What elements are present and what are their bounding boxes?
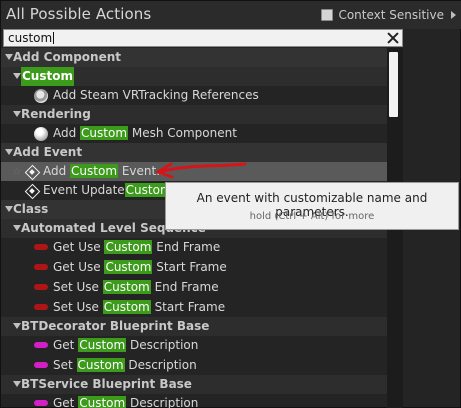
list-item-add-custom-event[interactable]: ☆ Add Custom Event... — [1, 162, 387, 181]
text-caret — [53, 32, 55, 44]
category-btdecorator[interactable]: BTDecorator Blueprint Base — [1, 317, 387, 336]
scrollbar-thumb[interactable] — [389, 52, 398, 117]
category-label: Class — [13, 202, 49, 216]
gear-icon — [34, 89, 48, 103]
function-icon — [34, 244, 48, 250]
list-item-get-use-custom-end-frame[interactable]: Get Use Custom End Frame — [1, 238, 387, 257]
item-label: Set Use Custom End Frame — [53, 280, 219, 294]
context-sensitive-toggle[interactable]: Context Sensitive — [321, 7, 456, 23]
category-label: Add Event — [13, 145, 83, 159]
category-label: BTDecorator Blueprint Base — [21, 319, 210, 333]
item-label: Event UpdateCustom — [43, 183, 173, 197]
item-label: Add Custom Event... — [43, 164, 168, 178]
favorite-star-icon[interactable]: ☆ — [12, 162, 22, 181]
collapse-triangle-icon[interactable] — [13, 73, 21, 79]
item-label: Add Custom Mesh Component — [53, 126, 237, 140]
collapse-triangle-icon[interactable] — [5, 206, 13, 212]
tooltip: An event with customizable name and para… — [165, 182, 459, 230]
chevron-right-icon[interactable] — [451, 11, 456, 19]
collapse-triangle-icon[interactable] — [13, 111, 21, 117]
category-custom[interactable]: Custom — [1, 67, 387, 86]
function-icon — [34, 304, 48, 310]
function-icon — [34, 284, 48, 290]
context-sensitive-label: Context Sensitive — [338, 8, 444, 22]
category-add-event[interactable]: Add Event — [1, 143, 387, 162]
item-label: Get Use Custom End Frame — [53, 240, 221, 254]
header-bar: All Possible Actions Context Sensitive — [1, 1, 461, 29]
category-rendering[interactable]: Rendering — [1, 105, 387, 124]
action-menu-panel: All Possible Actions Context Sensitive c… — [0, 0, 461, 408]
panel-title: All Possible Actions — [6, 5, 152, 23]
function-icon — [34, 362, 48, 368]
list-item-get-use-custom-start-frame[interactable]: Get Use Custom Start Frame — [1, 258, 387, 277]
collapse-triangle-icon[interactable] — [13, 225, 21, 231]
event-diamond-icon — [25, 165, 39, 179]
list-item-set-use-custom-end-frame[interactable]: Set Use Custom End Frame — [1, 278, 387, 297]
item-label: Get Custom Description — [53, 396, 199, 408]
item-label: Set Custom Description — [53, 358, 197, 372]
function-icon — [34, 400, 48, 406]
function-icon — [34, 264, 48, 270]
list-item-set-custom-description[interactable]: Set Custom Description — [1, 356, 387, 375]
list-item-get-custom-description[interactable]: Get Custom Description — [1, 336, 387, 355]
item-label: Add Steam VRTracking References — [53, 88, 259, 102]
collapse-triangle-icon[interactable] — [5, 149, 13, 155]
tooltip-hint: hold (Ctrl + Alt) for more — [249, 211, 375, 222]
category-add-component[interactable]: Add Component — [1, 48, 387, 67]
collapse-triangle-icon[interactable] — [13, 381, 21, 387]
item-label: Get Use Custom Start Frame — [53, 260, 227, 274]
item-label: Get Custom Description — [53, 338, 199, 352]
category-label: Rendering — [21, 107, 91, 121]
list-item-get-custom-description-2[interactable]: Get Custom Description — [1, 394, 387, 408]
event-diamond-icon — [25, 184, 39, 198]
list-item-custom-mesh[interactable]: Add Custom Mesh Component — [1, 124, 387, 143]
close-icon[interactable] — [385, 30, 401, 46]
collapse-triangle-icon[interactable] — [13, 323, 21, 329]
category-label: BTService Blueprint Base — [21, 377, 192, 391]
sphere-icon — [34, 127, 48, 141]
item-label: Set Use Custom Start Frame — [53, 300, 226, 314]
category-label: Custom — [21, 67, 74, 86]
function-icon — [34, 342, 48, 348]
search-value: custom — [8, 31, 53, 45]
collapse-triangle-icon[interactable] — [5, 54, 13, 60]
category-btservice[interactable]: BTService Blueprint Base — [1, 375, 387, 394]
list-item-set-use-custom-start-frame[interactable]: Set Use Custom Start Frame — [1, 298, 387, 317]
list-item-steam-vr[interactable]: Add Steam VRTracking References — [1, 86, 387, 105]
search-input[interactable]: custom — [3, 29, 403, 47]
context-sensitive-checkbox[interactable] — [321, 9, 334, 21]
category-label: Add Component — [13, 50, 121, 64]
